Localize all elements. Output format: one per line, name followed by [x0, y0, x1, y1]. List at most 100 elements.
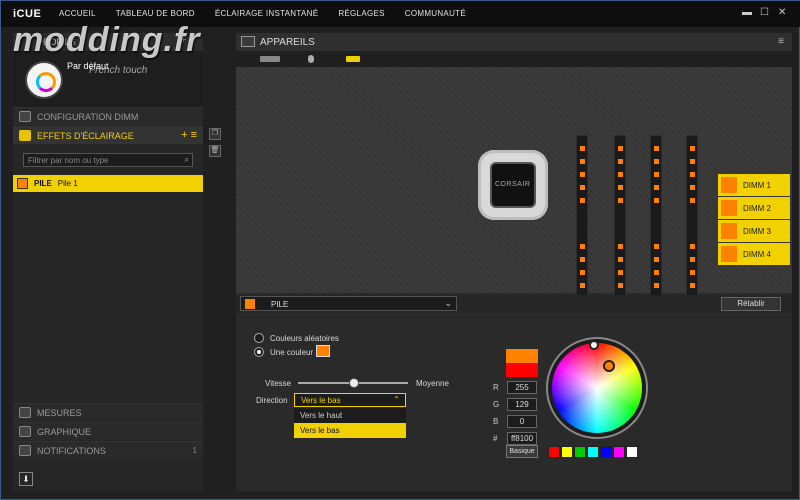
direction-options: Vers le haut Vers le bas: [294, 408, 406, 438]
memory-device-icon[interactable]: [346, 56, 360, 62]
section-lighting-effects[interactable]: EFFETS D'ÉCLAIRAGE + ≡: [13, 126, 203, 144]
device-preview: CORSAIR DIMM 1 DIMM 2 DIMM 3 DIMM 4: [236, 67, 792, 305]
led-icon: [654, 244, 659, 249]
add-effect-icon[interactable]: + ≡: [181, 129, 197, 141]
dimm-item-3[interactable]: DIMM 3: [718, 220, 790, 242]
basic-button[interactable]: Basique: [506, 445, 538, 458]
b-input[interactable]: 0: [507, 415, 537, 428]
lightning-icon: [19, 130, 31, 141]
dimm-item-1[interactable]: DIMM 1: [718, 174, 790, 196]
color-wheel[interactable]: [552, 343, 642, 433]
led-icon: [618, 146, 623, 151]
close-icon[interactable]: ✕: [778, 7, 786, 18]
color-wheel-selector[interactable]: [603, 360, 615, 372]
nav-dashboard[interactable]: TABLEAU DE BORD: [116, 9, 195, 18]
swatch-red[interactable]: [548, 446, 560, 458]
led-icon: [618, 159, 623, 164]
effect-select-swatch: [245, 299, 255, 309]
notification-icon: [19, 445, 31, 456]
direction-label: Direction: [256, 396, 288, 405]
chevron-up-icon: ⌃: [393, 395, 400, 404]
dimm-label: DIMM 2: [743, 204, 771, 213]
device-tabs: [236, 51, 792, 67]
copy-icon[interactable]: ❐: [209, 128, 221, 140]
led-icon: [580, 185, 585, 190]
random-colors-radio[interactable]: [254, 333, 264, 343]
section-measures[interactable]: MESURES: [13, 403, 203, 421]
effect-type-select[interactable]: PILE ⌄: [240, 296, 457, 311]
led-icon: [654, 270, 659, 275]
section-dimm-label: CONFIGURATION DIMM: [37, 112, 139, 122]
speed-slider-handle[interactable]: [349, 378, 359, 388]
new-color-preview: [506, 349, 538, 363]
filter-placeholder: Filtrer par nom ou type: [28, 156, 109, 165]
nav-home[interactable]: ACCUEIL: [59, 9, 96, 18]
section-graph-label: GRAPHIQUE: [37, 427, 92, 437]
devices-title: APPAREILS: [260, 37, 315, 48]
dimm-item-2[interactable]: DIMM 2: [718, 197, 790, 219]
swatch-white[interactable]: [626, 446, 638, 458]
led-icon: [690, 146, 695, 151]
led-icon: [654, 198, 659, 203]
g-input[interactable]: 129: [507, 398, 537, 411]
effect-filter-input[interactable]: Filtrer par nom ou type ⌕: [23, 153, 193, 167]
swatch-cyan[interactable]: [587, 446, 599, 458]
led-icon: [580, 283, 585, 288]
led-icon: [654, 257, 659, 262]
effect-color-swatch: [17, 178, 28, 189]
profile-icon: [25, 61, 63, 99]
led-icon: [690, 159, 695, 164]
left-panel: PROFILS + ≡ Par défaut CONFIGURATION DIM…: [13, 33, 203, 491]
swatch-magenta[interactable]: [613, 446, 625, 458]
led-icon: [618, 244, 623, 249]
section-lighting-label: EFFETS D'ÉCLAIRAGE: [37, 131, 134, 141]
led-icon: [618, 198, 623, 203]
r-input[interactable]: 255: [507, 381, 537, 394]
swatch-blue[interactable]: [600, 446, 612, 458]
section-measures-label: MESURES: [37, 408, 82, 418]
reset-button[interactable]: Rétablir: [721, 297, 781, 311]
direction-dropdown[interactable]: Vers le bas ⌃: [294, 393, 406, 407]
preset-swatches: [548, 446, 639, 458]
section-graph[interactable]: GRAPHIQUE: [13, 422, 203, 440]
direction-value: Vers le bas: [301, 396, 341, 405]
nav-settings[interactable]: RÉGLAGES: [338, 9, 384, 18]
single-color-radio[interactable]: [254, 347, 264, 357]
nav-instant-lighting[interactable]: ÉCLAIRAGE INSTANTANÉ: [215, 9, 319, 18]
minimize-icon[interactable]: ▬: [742, 7, 752, 18]
brightness-handle[interactable]: [589, 340, 599, 350]
pump-device[interactable]: CORSAIR: [478, 150, 548, 220]
led-icon: [690, 172, 695, 177]
swatch-green[interactable]: [574, 446, 586, 458]
ram-stick-1[interactable]: [576, 135, 588, 305]
dimm-item-4[interactable]: DIMM 4: [718, 243, 790, 265]
mouse-device-icon[interactable]: [308, 55, 314, 63]
section-dimm-config[interactable]: CONFIGURATION DIMM: [13, 107, 203, 125]
direction-option-up[interactable]: Vers le haut: [294, 408, 406, 423]
download-icon[interactable]: ⬇: [19, 472, 33, 486]
maximize-icon[interactable]: ☐: [760, 7, 769, 18]
led-icon: [580, 146, 585, 151]
led-icon: [690, 283, 695, 288]
trash-icon[interactable]: 🗑: [209, 145, 221, 157]
single-color-swatch[interactable]: [316, 345, 330, 357]
led-icon: [580, 257, 585, 262]
effect-bar: PILE ⌄ Rétablir: [236, 295, 792, 313]
direction-option-down[interactable]: Vers le bas: [294, 423, 406, 438]
keyboard-device-icon[interactable]: [260, 56, 280, 62]
hex-input[interactable]: ff8100: [507, 432, 537, 445]
ram-stick-3[interactable]: [650, 135, 662, 305]
section-notifications-label: NOTIFICATIONS: [37, 446, 106, 456]
swatch-yellow[interactable]: [561, 446, 573, 458]
speed-slider[interactable]: [298, 378, 408, 388]
watermark-subtitle: French touch: [89, 65, 148, 76]
ram-stick-2[interactable]: [614, 135, 626, 305]
dimm-list: DIMM 1 DIMM 2 DIMM 3 DIMM 4: [718, 174, 790, 266]
ram-stick-4[interactable]: [686, 135, 698, 305]
nav-community[interactable]: COMMUNAUTÉ: [405, 9, 466, 18]
section-notifications[interactable]: NOTIFICATIONS 1: [13, 441, 203, 459]
pump-screen: CORSAIR: [490, 162, 536, 208]
search-icon: ⌕: [184, 155, 189, 164]
effect-list-item[interactable]: PILE Pile 1: [13, 175, 203, 192]
menu-icon[interactable]: ≡: [778, 36, 784, 47]
